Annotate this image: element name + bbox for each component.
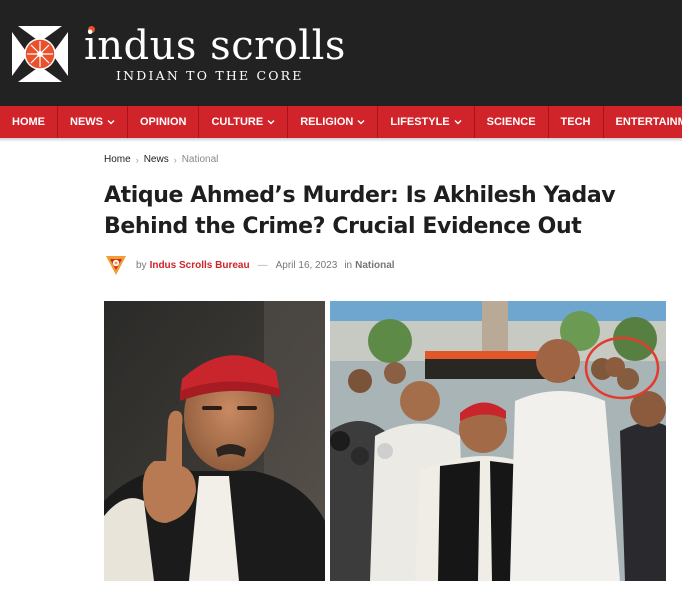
- article-meta: by Indus Scrolls Bureau — April 16, 2023…: [104, 252, 395, 278]
- site-header: indus scrolls INDIAN TO THE CORE: [0, 0, 682, 106]
- author-avatar-icon[interactable]: [104, 253, 128, 277]
- nav-item-label: ENTERTAINMENT: [615, 116, 682, 128]
- nav-item-label: TECH: [560, 116, 591, 128]
- chevron-down-icon: [454, 120, 462, 125]
- featured-photo-right: [330, 301, 666, 581]
- nav-shadow: [0, 138, 682, 142]
- site-name[interactable]: indus scrolls: [84, 22, 346, 70]
- chevron-down-icon: [357, 120, 365, 125]
- nav-item-label: SCIENCE: [486, 116, 536, 128]
- chevron-right-icon: ›: [135, 154, 139, 165]
- featured-photo-left: [104, 301, 325, 581]
- nav-item-tech[interactable]: TECH: [549, 106, 604, 138]
- chevron-right-icon: ›: [173, 154, 177, 165]
- nav-item-science[interactable]: SCIENCE: [475, 106, 549, 138]
- nav-item-label: HOME: [12, 116, 45, 128]
- nav-item-label: OPINION: [140, 116, 187, 128]
- publish-date: April 16, 2023: [275, 259, 338, 271]
- main-nav: HOME NEWS OPINION CULTURE RELIGION LIFESTYLE S…: [0, 106, 682, 138]
- nav-item-label: LIFESTYLE: [390, 116, 450, 128]
- nav-item-home[interactable]: HOME: [0, 106, 58, 138]
- category-link[interactable]: National: [355, 260, 394, 271]
- nav-item-news[interactable]: NEWS: [58, 106, 128, 138]
- site-logo-icon[interactable]: [10, 24, 70, 84]
- nav-item-lifestyle[interactable]: LIFESTYLE: [378, 106, 475, 138]
- article-title: Atique Ahmed’s Murder: Is Akhilesh Yadav…: [104, 183, 616, 239]
- nav-item-label: CULTURE: [211, 116, 264, 128]
- meta-separator: —: [257, 259, 268, 271]
- author-link[interactable]: Indus Scrolls Bureau: [150, 260, 250, 271]
- by-label: by: [136, 259, 147, 271]
- chevron-down-icon: [267, 120, 275, 125]
- site-tagline: INDIAN TO THE CORE: [116, 68, 304, 83]
- in-label: in: [344, 259, 353, 271]
- breadcrumb-current: National: [181, 154, 219, 165]
- breadcrumb-news[interactable]: News: [144, 154, 169, 165]
- nav-item-entertainment[interactable]: ENTERTAINMENT: [604, 106, 682, 138]
- nav-item-culture[interactable]: CULTURE: [199, 106, 289, 138]
- nav-item-religion[interactable]: RELIGION: [288, 106, 379, 138]
- nav-item-label: NEWS: [70, 116, 103, 128]
- nav-item-opinion[interactable]: OPINION: [128, 106, 200, 138]
- breadcrumb-home[interactable]: Home: [104, 154, 131, 165]
- chevron-down-icon: [107, 120, 115, 125]
- breadcrumb: Home › News › National: [104, 154, 218, 165]
- nav-item-label: RELIGION: [300, 116, 354, 128]
